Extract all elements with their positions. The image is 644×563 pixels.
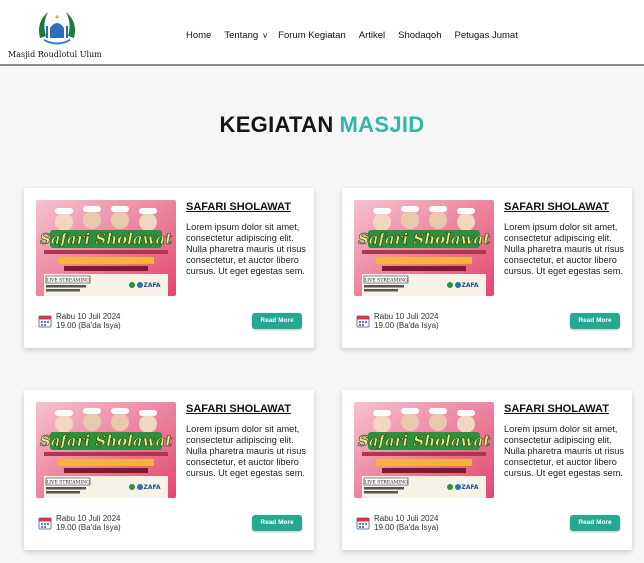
page-title: KEGIATAN MASJID (0, 112, 644, 138)
event-meta: Rabu 10 Juli 2024 19.00 (Ba'da Isya) (356, 512, 476, 536)
event-title[interactable]: SAFARI SHOLAWAT (186, 403, 291, 415)
event-description: Lorem ipsum dolor sit amet, consectetur … (504, 424, 624, 478)
poster-sponsor: ZAFA (461, 282, 478, 289)
read-more-button[interactable]: Read More (252, 313, 302, 329)
event-description: Lorem ipsum dolor sit amet, consectetur … (504, 222, 624, 276)
calendar-icon (38, 517, 52, 530)
event-time: 19.00 (Ba'da Isya) (374, 321, 439, 330)
site-logo[interactable]: Masjid Roudlotul Ulum (4, 6, 116, 62)
site-name: Masjid Roudlotul Ulum (8, 50, 102, 59)
mosque-logo-icon (39, 12, 75, 45)
event-meta: Rabu 10 Juli 2024 19.00 (Ba'da Isya) (38, 512, 158, 536)
event-poster-image[interactable]: Safari Sholawat LIVE STREAMING ZAFA (36, 200, 176, 296)
nav-artikel[interactable]: Artikel (359, 30, 385, 41)
page-title-part1: KEGIATAN (219, 112, 334, 137)
event-poster-image[interactable]: Safari Sholawat LIVE STREAMING ZAFA (36, 402, 176, 498)
event-card: Safari Sholawat LIVE STREAMING ZAFA SAFA… (342, 188, 632, 348)
poster-headline: Safari Sholawat (358, 432, 490, 450)
event-date: Rabu 10 Juli 2024 (56, 514, 121, 523)
event-poster-image[interactable]: Safari Sholawat LIVE STREAMING ZAFA (354, 200, 494, 296)
nav-tentang[interactable]: Tentang (224, 30, 258, 41)
event-title[interactable]: SAFARI SHOLAWAT (504, 403, 609, 415)
event-date: Rabu 10 Juli 2024 (374, 312, 439, 321)
read-more-button[interactable]: Read More (570, 515, 620, 531)
read-more-button[interactable]: Read More (252, 515, 302, 531)
poster-sponsor: ZAFA (143, 282, 160, 289)
event-card: Safari Sholawat LIVE STREAMING ZAFA SAFA… (24, 390, 314, 550)
calendar-icon (38, 315, 52, 328)
event-meta: Rabu 10 Juli 2024 19.00 (Ba'da Isya) (356, 310, 476, 334)
event-card: Safari Sholawat LIVE STREAMING ZAFA SAFA… (24, 188, 314, 348)
chevron-down-icon[interactable]: v (263, 31, 267, 40)
event-title[interactable]: SAFARI SHOLAWAT (186, 201, 291, 213)
nav-shodaqoh[interactable]: Shodaqoh (398, 30, 441, 41)
nav-home[interactable]: Home (186, 30, 211, 41)
event-card: Safari Sholawat LIVE STREAMING ZAFA SAFA… (342, 390, 632, 550)
calendar-icon (356, 315, 370, 328)
poster-sponsor: ZAFA (461, 484, 478, 491)
poster-headline: Safari Sholawat (40, 230, 172, 248)
event-poster-image[interactable]: Safari Sholawat LIVE STREAMING ZAFA (354, 402, 494, 498)
poster-sponsor: ZAFA (143, 484, 160, 491)
event-description: Lorem ipsum dolor sit amet, consectetur … (186, 424, 306, 478)
poster-badge: LIVE STREAMING (364, 480, 408, 486)
nav-petugas-jumat[interactable]: Petugas Jumat (454, 30, 517, 41)
event-time: 19.00 (Ba'da Isya) (56, 523, 121, 532)
poster-illustration: Safari Sholawat LIVE STREAMING ZAFA (36, 200, 176, 296)
poster-headline: Safari Sholawat (40, 432, 172, 450)
calendar-icon (356, 517, 370, 530)
poster-badge: LIVE STREAMING (46, 278, 90, 284)
main-nav: Home Tentang v Forum Kegiatan Artikel Sh… (186, 30, 531, 41)
read-more-button[interactable]: Read More (570, 313, 620, 329)
event-title[interactable]: SAFARI SHOLAWAT (504, 201, 609, 213)
page-title-part2: MASJID (339, 112, 425, 137)
nav-forum-kegiatan[interactable]: Forum Kegiatan (278, 30, 346, 41)
site-header: Masjid Roudlotul Ulum Home Tentang v For… (0, 0, 644, 66)
event-meta: Rabu 10 Juli 2024 19.00 (Ba'da Isya) (38, 310, 158, 334)
event-description: Lorem ipsum dolor sit amet, consectetur … (186, 222, 306, 276)
poster-badge: LIVE STREAMING (46, 480, 90, 486)
poster-illustration: Safari Sholawat LIVE STREAMING ZAFA (36, 402, 176, 498)
event-date: Rabu 10 Juli 2024 (56, 312, 121, 321)
poster-illustration: Safari Sholawat LIVE STREAMING ZAFA (354, 402, 494, 498)
event-date: Rabu 10 Juli 2024 (374, 514, 439, 523)
event-time: 19.00 (Ba'da Isya) (374, 523, 439, 532)
poster-badge: LIVE STREAMING (364, 278, 408, 284)
poster-illustration: Safari Sholawat LIVE STREAMING ZAFA (354, 200, 494, 296)
poster-headline: Safari Sholawat (358, 230, 490, 248)
event-time: 19.00 (Ba'da Isya) (56, 321, 121, 330)
